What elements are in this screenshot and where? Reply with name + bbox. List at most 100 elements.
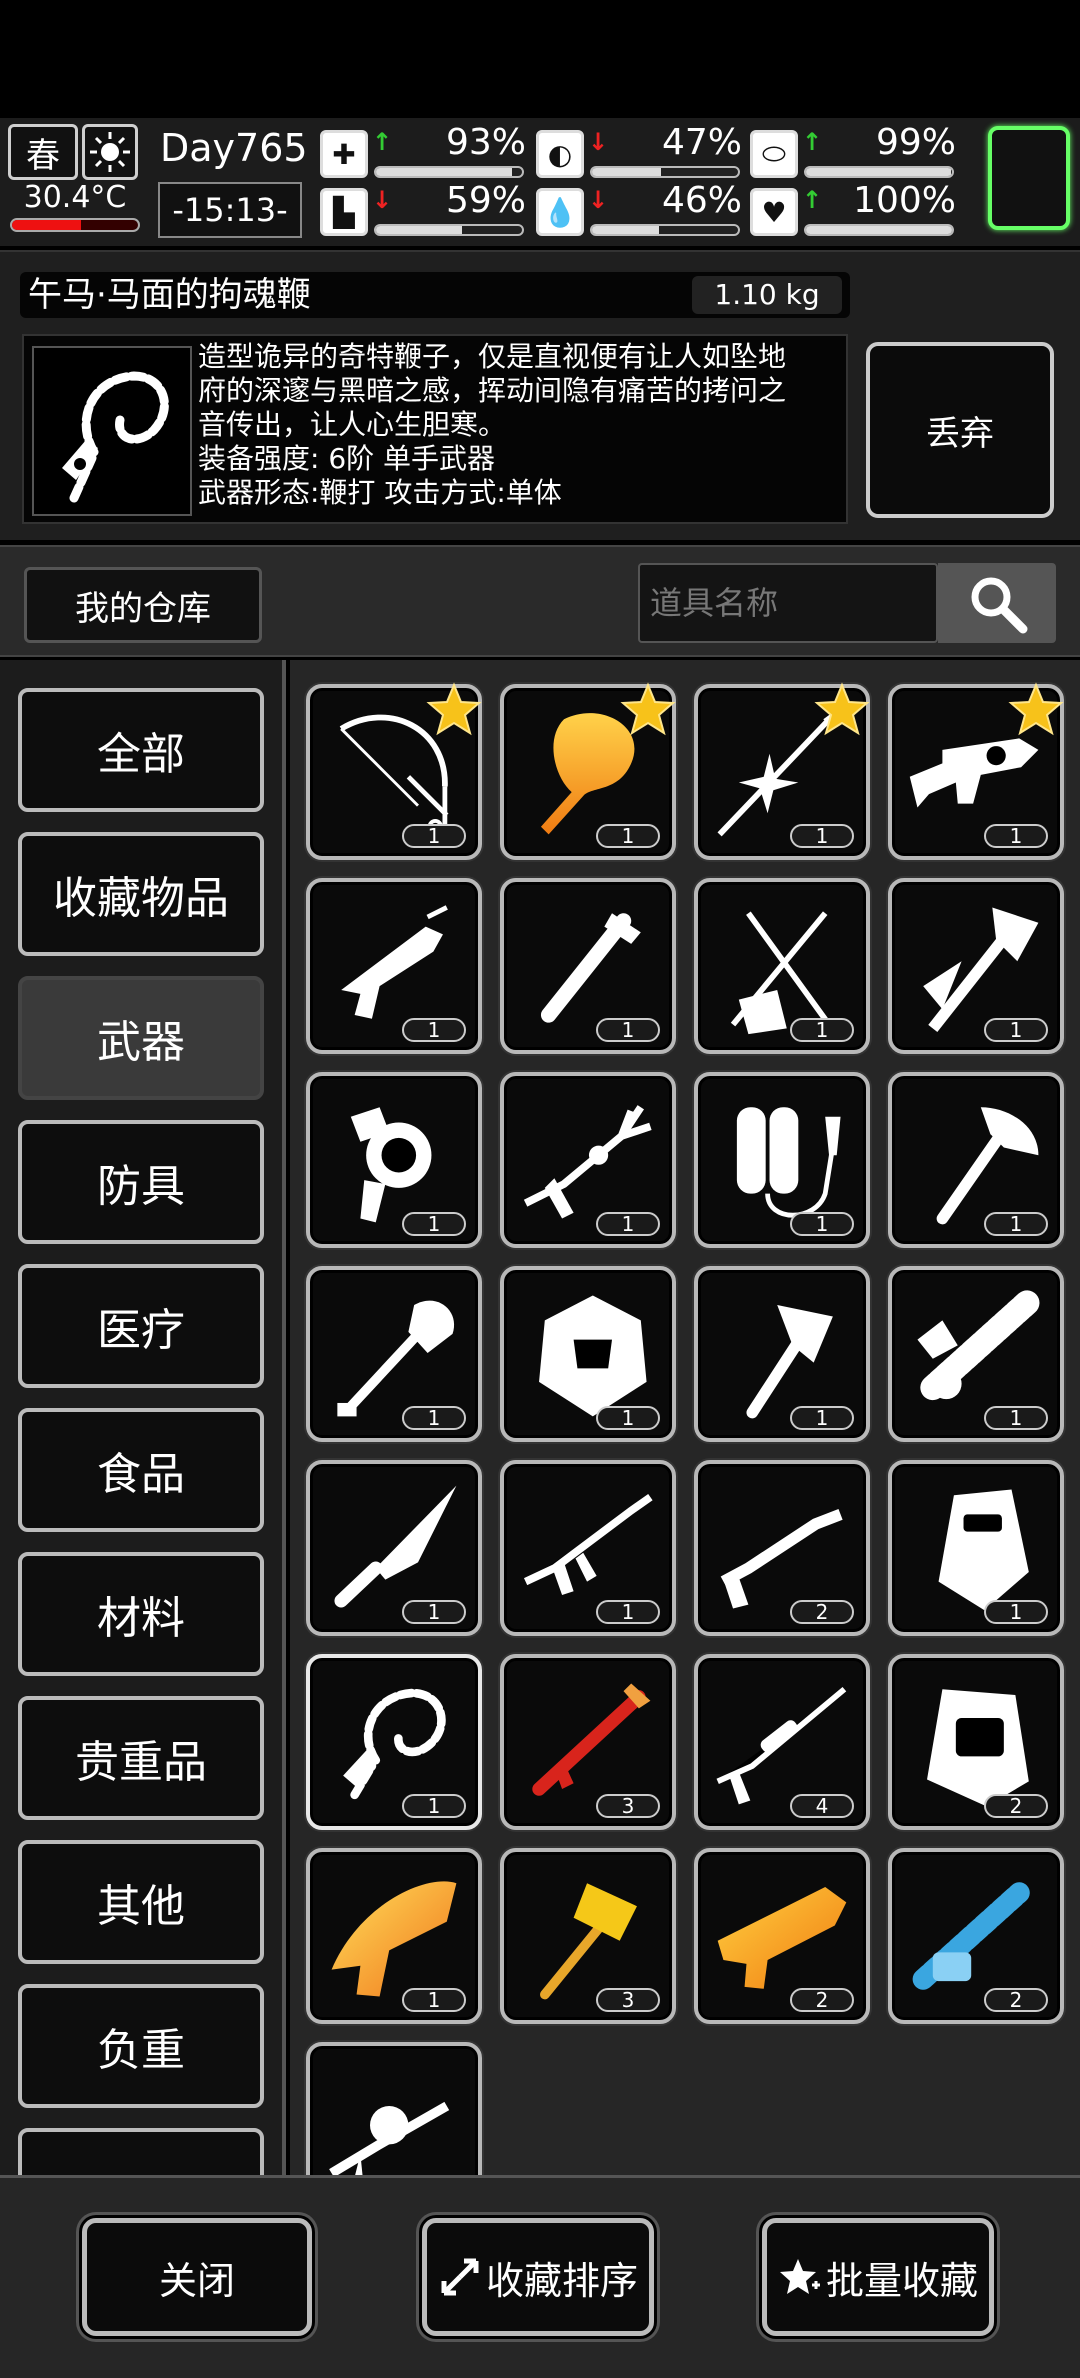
stat-helmet: ⬭ ↑ 99% — [750, 122, 960, 182]
item-slot[interactable]: 1 — [888, 1266, 1064, 1442]
category-tab-partial[interactable] — [18, 2128, 264, 2175]
item-slot[interactable]: 1 — [500, 878, 676, 1054]
item-slot[interactable]: 1 — [694, 1266, 870, 1442]
active-slot-indicator[interactable] — [988, 126, 1070, 230]
sidebar-divider — [282, 660, 286, 2175]
item-slot[interactable]: 1 — [306, 682, 482, 860]
item-slot[interactable]: 1 — [500, 1460, 676, 1636]
warehouse-bar: 我的仓库 — [0, 545, 1080, 657]
tesla-gun-icon — [350, 1107, 432, 1223]
discard-button[interactable]: 丢弃 — [866, 342, 1054, 518]
item-count: 1 — [790, 1018, 854, 1042]
category-tab[interactable]: 食品 — [18, 1408, 264, 1532]
item-slot[interactable]: 3 — [500, 1654, 676, 1830]
item-slot[interactable]: 1 — [888, 878, 1064, 1054]
trend-down-icon: ↓ — [372, 186, 393, 214]
item-slot[interactable]: 2 — [888, 1848, 1064, 2024]
sort-favorites-button[interactable]: 收藏排序 — [422, 2218, 654, 2336]
favorite-star-icon — [1008, 682, 1064, 736]
stat-value: 59% — [445, 180, 526, 221]
warehouse-label[interactable]: 我的仓库 — [24, 567, 262, 643]
item-slot[interactable]: 1 — [500, 682, 676, 860]
category-tab[interactable]: 防具 — [18, 1120, 264, 1244]
sort-favorites-label: 收藏排序 — [485, 2258, 638, 2303]
item-slot[interactable]: 4 — [694, 1654, 870, 1830]
item-count: 3 — [596, 1794, 660, 1818]
category-tab[interactable]: 其他 — [18, 1840, 264, 1964]
item-count: 1 — [984, 1406, 1048, 1430]
trident-rifle-icon — [523, 1105, 652, 1219]
item-count: 1 — [790, 824, 854, 848]
item-slot[interactable]: 1 — [306, 1654, 482, 1830]
swap-arrows-icon — [441, 2258, 479, 2296]
item-slot[interactable]: 1 — [888, 682, 1064, 860]
item-count: 1 — [402, 1018, 466, 1042]
category-tab[interactable]: 材料 — [18, 1552, 264, 1676]
item-slot[interactable]: 1 — [306, 1266, 482, 1442]
game-clock: -15:13- — [158, 182, 302, 238]
tower-shield-icon — [927, 1689, 1029, 1807]
category-tab[interactable]: 负重 — [18, 1984, 264, 2108]
item-slot[interactable]: 1 — [306, 1460, 482, 1636]
heavy-machine-gun-icon — [329, 2101, 450, 2175]
description-line: 音传出，让人心生胆寒。 — [198, 408, 507, 441]
scale-shield-icon — [539, 1295, 647, 1417]
category-tab[interactable]: 贵重品 — [18, 1696, 264, 1820]
item-count: 1 — [790, 1406, 854, 1430]
item-description: 造型诡异的奇特鞭子，仅是直视便有让人如坠地 府的深邃与黑暗之感，挥动间隐有痛苦的… — [198, 340, 838, 510]
category-tab[interactable]: 收藏物品 — [18, 832, 264, 956]
item-slot[interactable]: 1 — [888, 1460, 1064, 1636]
item-slot[interactable]: 1 — [694, 878, 870, 1054]
axe-icon — [936, 1107, 1039, 1225]
item-count: 4 — [790, 1794, 854, 1818]
favorite-star-icon — [620, 682, 676, 736]
bottom-bar: 关闭 收藏排序 批量收藏 — [0, 2175, 1080, 2378]
trend-down-icon: ↓ — [588, 186, 609, 214]
item-slot[interactable] — [306, 2042, 482, 2175]
item-slot[interactable]: 1 — [694, 682, 870, 860]
item-slot[interactable]: 1 — [306, 1072, 482, 1248]
trend-up-icon: ↑ — [802, 186, 823, 214]
golden-blaster-icon — [717, 1887, 847, 1989]
item-count: 1 — [596, 1212, 660, 1236]
item-slot[interactable]: 1 — [888, 1072, 1064, 1248]
close-label: 关闭 — [158, 2258, 235, 2303]
helmet-icon: ⬭ — [750, 130, 798, 178]
pipe-icon — [540, 913, 641, 1023]
heart-icon: ♥ — [750, 188, 798, 236]
search-button[interactable] — [938, 563, 1056, 643]
category-tab[interactable]: 全部 — [18, 688, 264, 812]
item-slot[interactable]: 1 — [694, 1072, 870, 1248]
item-slot[interactable]: 1 — [500, 1072, 676, 1248]
search-input[interactable] — [638, 563, 938, 643]
item-slot[interactable]: 2 — [694, 1460, 870, 1636]
item-slot[interactable]: 2 — [888, 1654, 1064, 1830]
stat-value: 47% — [661, 122, 742, 163]
category-tab[interactable]: 武器 — [18, 976, 264, 1100]
trend-up-icon: ↑ — [802, 128, 823, 156]
favorite-star-icon — [426, 682, 482, 736]
description-line: 造型诡异的奇特鞭子，仅是直视便有让人如坠地 — [198, 340, 787, 373]
item-slot[interactable]: 3 — [500, 1848, 676, 2024]
item-weight: 1.10 kg — [692, 276, 842, 314]
item-count: 3 — [596, 1988, 660, 2012]
medkit-icon: ✚ — [320, 130, 368, 178]
stat-heart: ♥ ↑ 100% — [750, 180, 960, 240]
stat-bar — [804, 224, 954, 236]
batch-favorite-button[interactable]: 批量收藏 — [762, 2218, 994, 2336]
close-button[interactable]: 关闭 — [82, 2218, 312, 2336]
status-bar: 春 30.4°C Day765 -15:13- ✚ ↑ 93% ◐ ↓ 47% ⬭ ↑ 99% ▙… — [0, 118, 1080, 246]
item-slot[interactable]: 1 — [500, 1266, 676, 1442]
item-slot[interactable]: 1 — [306, 878, 482, 1054]
batch-favorite-label: 批量收藏 — [825, 2258, 978, 2303]
item-count: 1 — [984, 1212, 1048, 1236]
item-count: 1 — [596, 1018, 660, 1042]
item-count: 2 — [984, 1988, 1048, 2012]
day-counter: Day765 — [160, 126, 308, 170]
category-tab[interactable]: 医疗 — [18, 1264, 264, 1388]
item-slot[interactable]: 1 — [306, 1848, 482, 2024]
trend-up-icon: ↑ — [372, 128, 393, 156]
item-count: 1 — [984, 824, 1048, 848]
item-slot[interactable]: 2 — [694, 1848, 870, 2024]
stat-stomach: ◐ ↓ 47% — [536, 122, 746, 182]
